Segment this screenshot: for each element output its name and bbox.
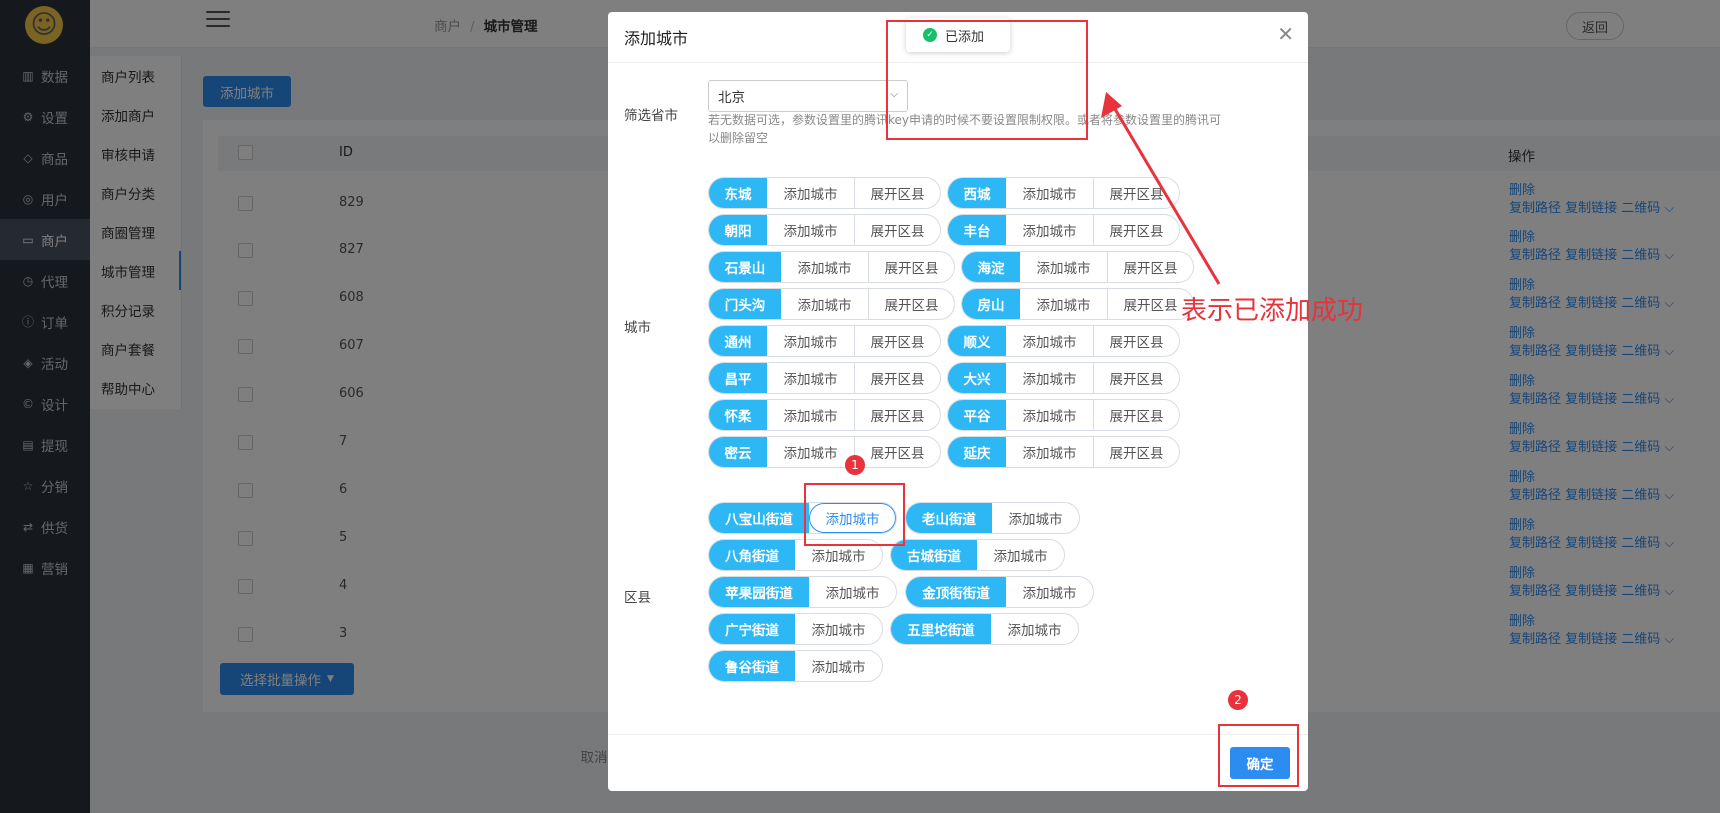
annotation-note: 表示已添加成功	[1181, 296, 1364, 326]
annotation-arrow	[1101, 92, 1221, 285]
